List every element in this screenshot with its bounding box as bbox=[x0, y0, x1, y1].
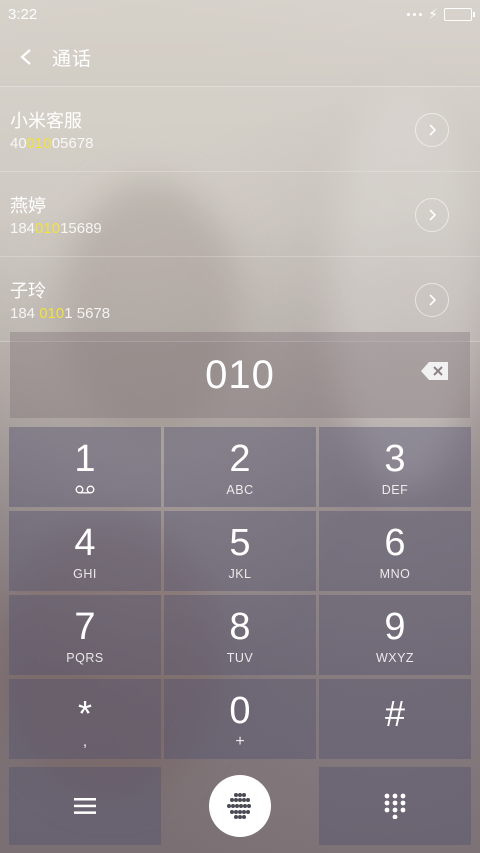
more-dots-icon bbox=[407, 12, 423, 16]
chevron-left-icon bbox=[20, 49, 31, 65]
key-0[interactable]: 0 + bbox=[164, 679, 316, 759]
chevron-right-icon bbox=[428, 294, 436, 306]
contact-detail-button[interactable] bbox=[415, 113, 449, 147]
key-letters: TUV bbox=[226, 651, 254, 665]
key-9[interactable]: 9 WXYZ bbox=[319, 595, 471, 675]
call-button[interactable] bbox=[209, 775, 271, 837]
contact-number: 4001005678 bbox=[10, 135, 94, 152]
key-letters: + bbox=[235, 733, 245, 750]
key-digit: 3 bbox=[384, 438, 406, 480]
keypad-toggle-button[interactable] bbox=[319, 767, 471, 845]
dial-display: 010 bbox=[10, 332, 470, 418]
key-1[interactable]: 1 bbox=[9, 427, 161, 507]
key-digit: # bbox=[384, 693, 406, 734]
menu-button[interactable] bbox=[9, 767, 161, 845]
key-hash[interactable]: # bbox=[319, 679, 471, 759]
contact-suggestions: 小米客服 4001005678 燕婷 18401015689 子玲 184 01… bbox=[0, 86, 480, 342]
contact-detail-button[interactable] bbox=[415, 198, 449, 232]
key-digit: 7 bbox=[74, 606, 96, 648]
app-header: 通话 bbox=[0, 28, 480, 86]
key-digit: 0 bbox=[229, 690, 251, 732]
key-letters: ABC bbox=[226, 483, 254, 497]
status-time: 3:22 bbox=[8, 5, 38, 23]
contact-row[interactable]: 小米客服 4001005678 bbox=[0, 87, 480, 172]
key-5[interactable]: 5 JKL bbox=[164, 511, 316, 591]
call-area bbox=[164, 767, 316, 845]
backspace-icon[interactable] bbox=[420, 360, 450, 382]
page-title: 通话 bbox=[52, 48, 93, 70]
contact-detail-button[interactable] bbox=[415, 283, 449, 317]
key-3[interactable]: 3 DEF bbox=[319, 427, 471, 507]
voicemail-icon bbox=[9, 485, 161, 494]
key-letters: MNO bbox=[379, 567, 411, 581]
contact-number: 18401015689 bbox=[10, 220, 102, 237]
chevron-right-icon bbox=[428, 124, 436, 136]
key-4[interactable]: 4 GHI bbox=[9, 511, 161, 591]
contact-name: 子玲 bbox=[10, 281, 46, 301]
back-button[interactable] bbox=[0, 28, 52, 86]
menu-icon bbox=[74, 798, 96, 814]
key-letters: JKL bbox=[228, 567, 252, 581]
charging-icon: ⚡ bbox=[428, 5, 438, 22]
battery-icon bbox=[444, 7, 475, 21]
key-star[interactable]: * , bbox=[9, 679, 161, 759]
key-6[interactable]: 6 MNO bbox=[319, 511, 471, 591]
chevron-right-icon bbox=[428, 209, 436, 221]
key-letters: , bbox=[82, 733, 88, 750]
key-digit: 5 bbox=[229, 522, 251, 564]
key-letters: GHI bbox=[73, 567, 97, 581]
dialed-number: 010 bbox=[205, 352, 275, 397]
key-letters: DEF bbox=[381, 483, 409, 497]
key-digit: 2 bbox=[229, 438, 251, 480]
key-digit: 4 bbox=[74, 522, 96, 564]
contact-name: 小米客服 bbox=[10, 111, 82, 131]
key-7[interactable]: 7 PQRS bbox=[9, 595, 161, 675]
keypad-icon bbox=[384, 793, 406, 819]
dialpad-dots-icon bbox=[227, 793, 251, 819]
dialer-actions bbox=[9, 767, 471, 845]
contact-row[interactable]: 燕婷 18401015689 bbox=[0, 172, 480, 257]
key-8[interactable]: 8 TUV bbox=[164, 595, 316, 675]
key-letters: PQRS bbox=[66, 651, 104, 665]
status-icons: ⚡ bbox=[407, 5, 475, 23]
key-digit: * bbox=[77, 693, 92, 734]
key-2[interactable]: 2 ABC bbox=[164, 427, 316, 507]
key-digit: 9 bbox=[384, 606, 406, 648]
status-bar: 3:22 ⚡ bbox=[0, 0, 480, 28]
key-digit: 1 bbox=[74, 438, 96, 480]
key-digit: 6 bbox=[384, 522, 406, 564]
key-digit: 8 bbox=[229, 606, 251, 648]
contact-row[interactable]: 子玲 184 0101 5678 bbox=[0, 257, 480, 342]
contact-number: 184 0101 5678 bbox=[10, 305, 111, 322]
key-letters: WXYZ bbox=[375, 651, 415, 665]
dial-keypad: 1 2 ABC 3 DEF 4 GHI 5 JKL 6 MNO 7 PQRS 8… bbox=[9, 427, 471, 759]
contact-name: 燕婷 bbox=[10, 196, 46, 216]
